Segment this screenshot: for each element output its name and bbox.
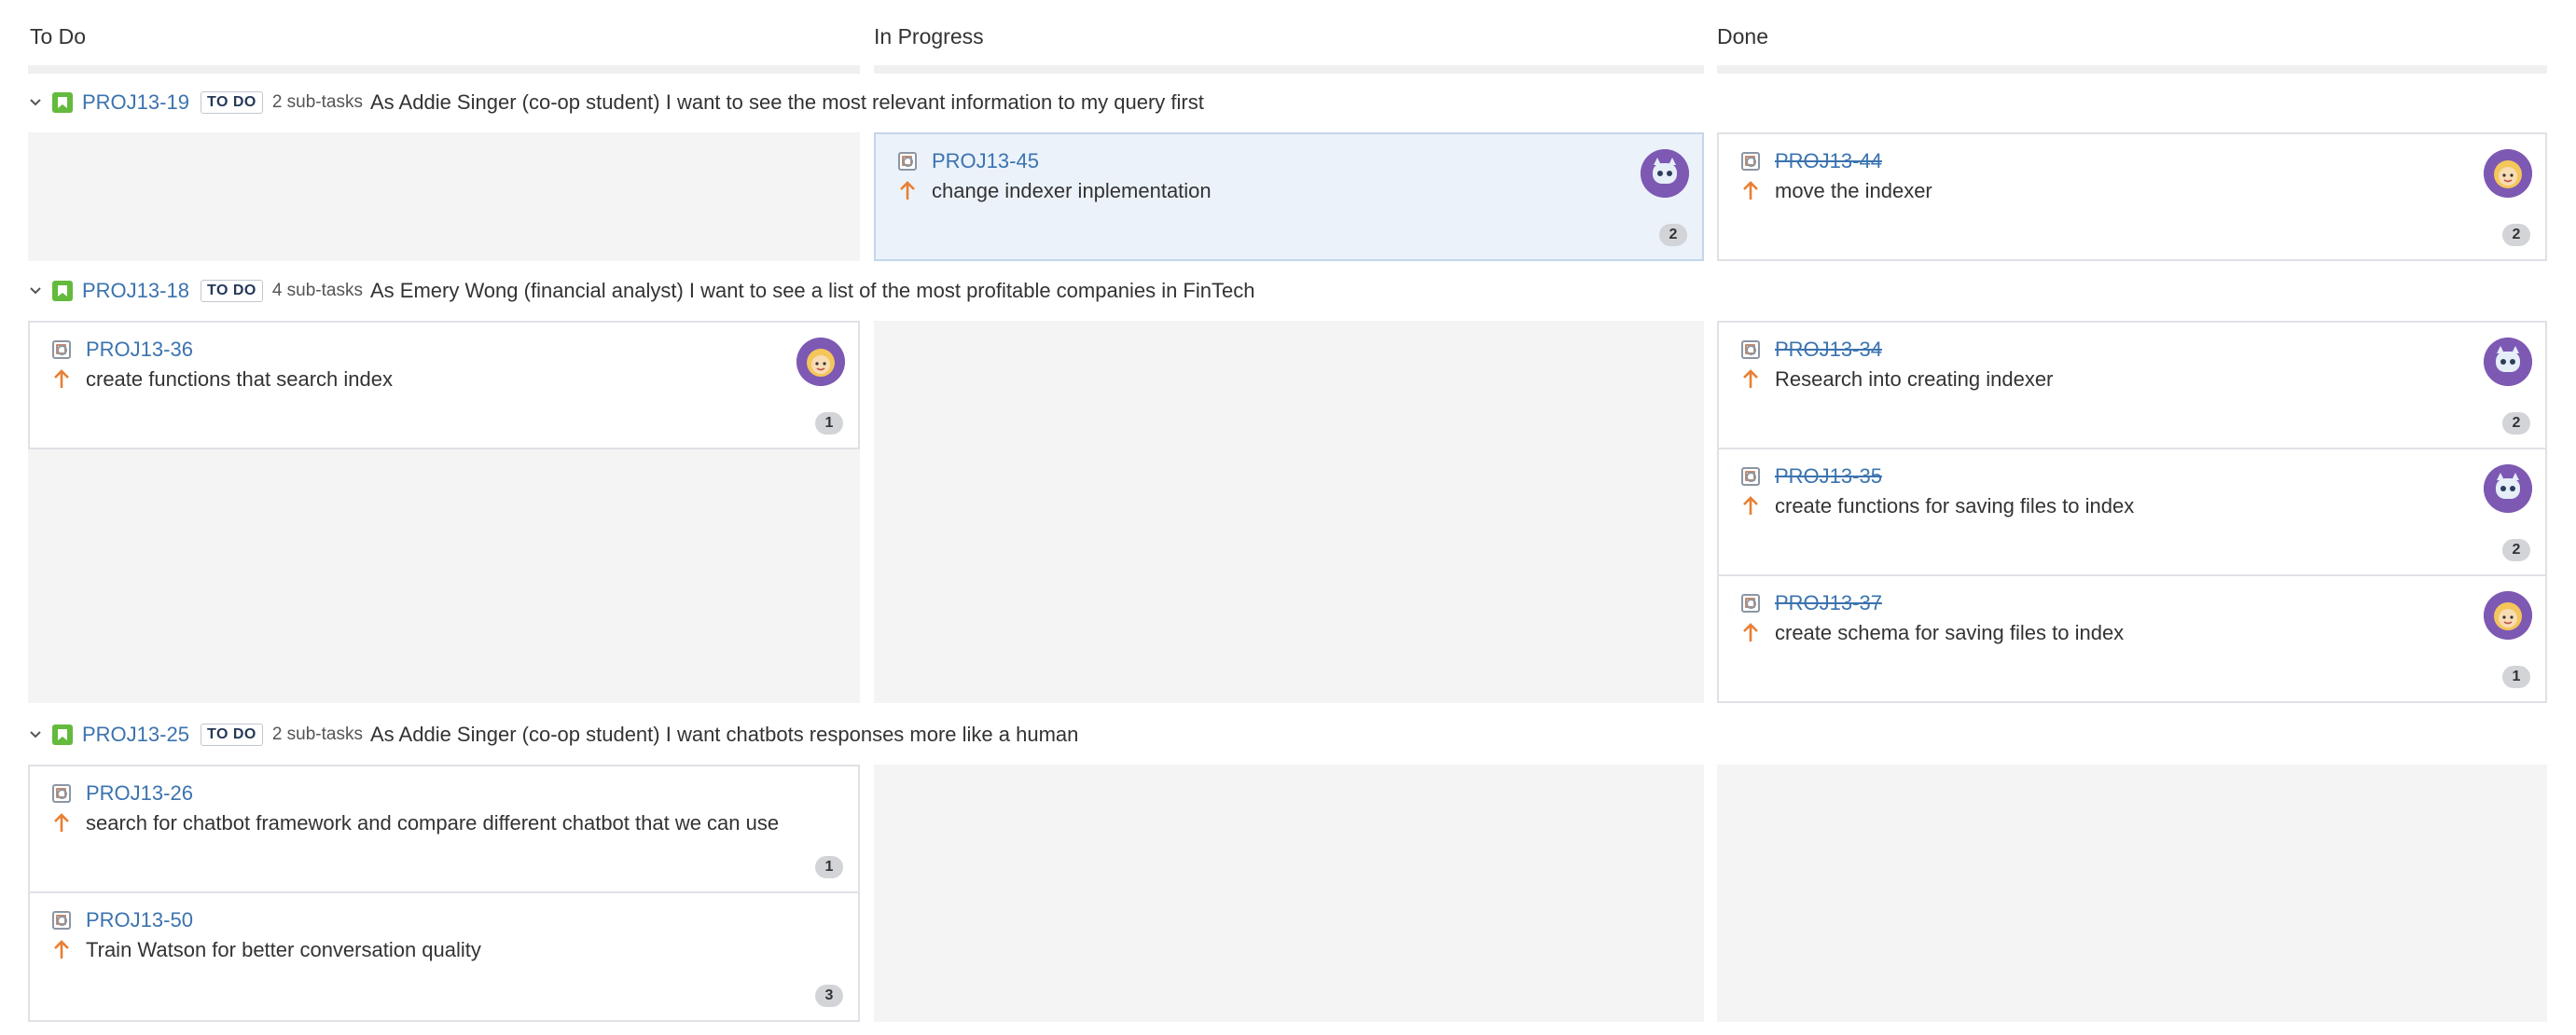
cell-done: PROJ13-34 Research into creating indexer…	[1717, 321, 2547, 703]
subtask-count: 2 sub-tasks	[271, 92, 363, 112]
issue-card[interactable]: PROJ13-35 create functions for saving fi…	[1717, 448, 2547, 576]
kanban-board: To Do In Progress Done PROJ13-19 TO DO 2…	[0, 0, 2576, 1035]
estimate-badge: 1	[815, 856, 843, 878]
issue-key-link[interactable]: PROJ13-26	[86, 781, 193, 806]
priority-arrow-up-icon	[1743, 496, 1758, 515]
priority-arrow-up-icon	[1743, 369, 1758, 388]
issue-card[interactable]: PROJ13-50 Train Watson for better conver…	[28, 891, 860, 1022]
issue-key-link[interactable]: PROJ13-36	[86, 338, 193, 362]
column-divider	[28, 65, 860, 74]
column-header-done: Done	[1717, 24, 1768, 48]
robot-avatar[interactable]	[2484, 338, 2532, 386]
cell-done	[1717, 765, 2547, 1022]
estimate-badge: 2	[2502, 412, 2530, 435]
story-key-link[interactable]: PROJ13-18	[82, 279, 189, 303]
issue-card[interactable]: PROJ13-36 create functions that search i…	[28, 321, 860, 449]
story-icon	[52, 92, 73, 113]
person-avatar[interactable]	[796, 338, 845, 386]
swimlane-header[interactable]: PROJ13-25 TO DO 2 sub-tasks As Addie Sin…	[28, 716, 1078, 753]
story-summary: As Emery Wong (financial analyst) I want…	[369, 279, 1255, 302]
issue-summary: change indexer inplementation	[932, 179, 1212, 202]
cell-done: PROJ13-44 move the indexer 2	[1717, 132, 2547, 261]
subtask-icon	[1741, 594, 1760, 613]
priority-arrow-up-icon	[1743, 181, 1758, 200]
priority-arrow-up-icon	[54, 369, 69, 388]
column-header-todo: To Do	[30, 24, 87, 48]
cell-todo: PROJ13-36 create functions that search i…	[28, 321, 860, 703]
estimate-badge: 3	[815, 985, 843, 1007]
chevron-down-icon[interactable]	[28, 95, 43, 110]
estimate-badge: 1	[2502, 666, 2530, 688]
estimate-badge: 2	[2502, 224, 2530, 246]
column-divider	[874, 65, 1704, 74]
person-avatar[interactable]	[2484, 591, 2532, 640]
story-key-link[interactable]: PROJ13-19	[82, 90, 189, 115]
issue-key-link[interactable]: PROJ13-50	[86, 908, 193, 932]
issue-card[interactable]: PROJ13-37 create schema for saving files…	[1717, 574, 2547, 703]
issue-key-link[interactable]: PROJ13-34	[1775, 338, 1882, 362]
robot-avatar[interactable]	[2484, 464, 2532, 513]
cell-in-progress: PROJ13-45 change indexer inplementation …	[874, 132, 1704, 261]
issue-card[interactable]: PROJ13-34 Research into creating indexer…	[1717, 321, 2547, 449]
issue-card[interactable]: PROJ13-26 search for chatbot framework a…	[28, 765, 860, 893]
status-badge: TO DO	[200, 724, 263, 746]
priority-arrow-up-icon	[54, 940, 69, 959]
estimate-badge: 2	[1659, 224, 1687, 246]
issue-card[interactable]: PROJ13-44 move the indexer 2	[1717, 132, 2547, 261]
issue-summary: search for chatbot framework and compare…	[86, 811, 780, 835]
status-badge: TO DO	[200, 280, 263, 302]
column-divider	[1717, 65, 2547, 74]
cell-in-progress	[874, 321, 1704, 703]
issue-summary: Research into creating indexer	[1775, 367, 2054, 391]
issue-key-link[interactable]: PROJ13-45	[932, 149, 1039, 173]
subtask-icon	[1741, 467, 1760, 486]
issue-key-link[interactable]: PROJ13-37	[1775, 591, 1882, 615]
issue-summary: move the indexer	[1775, 179, 1932, 202]
story-key-link[interactable]: PROJ13-25	[82, 723, 189, 747]
cell-todo	[28, 132, 860, 261]
issue-summary: Train Watson for better conversation qua…	[86, 938, 481, 961]
subtask-icon	[1741, 152, 1760, 171]
cell-in-progress	[874, 765, 1704, 1022]
issue-summary: create schema for saving files to index	[1775, 621, 2125, 644]
priority-arrow-up-icon	[1743, 623, 1758, 642]
chevron-down-icon[interactable]	[28, 727, 43, 742]
priority-arrow-up-icon	[54, 813, 69, 832]
estimate-badge: 1	[815, 412, 843, 435]
column-header-in-progress: In Progress	[874, 24, 984, 48]
cell-todo: PROJ13-26 search for chatbot framework a…	[28, 765, 860, 1022]
subtask-icon	[1741, 340, 1760, 359]
status-badge: TO DO	[200, 91, 263, 114]
story-icon	[52, 724, 73, 745]
swimlane-header[interactable]: PROJ13-18 TO DO 4 sub-tasks As Emery Won…	[28, 272, 1254, 310]
subtask-count: 4 sub-tasks	[271, 281, 363, 300]
subtask-icon	[898, 152, 917, 171]
swimlane-header[interactable]: PROJ13-19 TO DO 2 sub-tasks As Addie Sin…	[28, 84, 1204, 121]
story-summary: As Addie Singer (co-op student) I want c…	[369, 723, 1079, 746]
subtask-count: 2 sub-tasks	[271, 724, 363, 744]
priority-arrow-up-icon	[900, 181, 915, 200]
person-avatar[interactable]	[2484, 149, 2532, 198]
issue-key-link[interactable]: PROJ13-35	[1775, 464, 1882, 489]
estimate-badge: 2	[2502, 539, 2530, 561]
issue-key-link[interactable]: PROJ13-44	[1775, 149, 1882, 173]
chevron-down-icon[interactable]	[28, 283, 43, 298]
issue-card[interactable]: PROJ13-45 change indexer inplementation …	[874, 132, 1704, 261]
story-icon	[52, 281, 73, 301]
robot-avatar[interactable]	[1641, 149, 1689, 198]
subtask-icon	[52, 784, 71, 803]
issue-summary: create functions for saving files to ind…	[1775, 494, 2135, 518]
issue-summary: create functions that search index	[86, 367, 393, 391]
subtask-icon	[52, 340, 71, 359]
subtask-icon	[52, 911, 71, 930]
story-summary: As Addie Singer (co-op student) I want t…	[369, 90, 1204, 114]
